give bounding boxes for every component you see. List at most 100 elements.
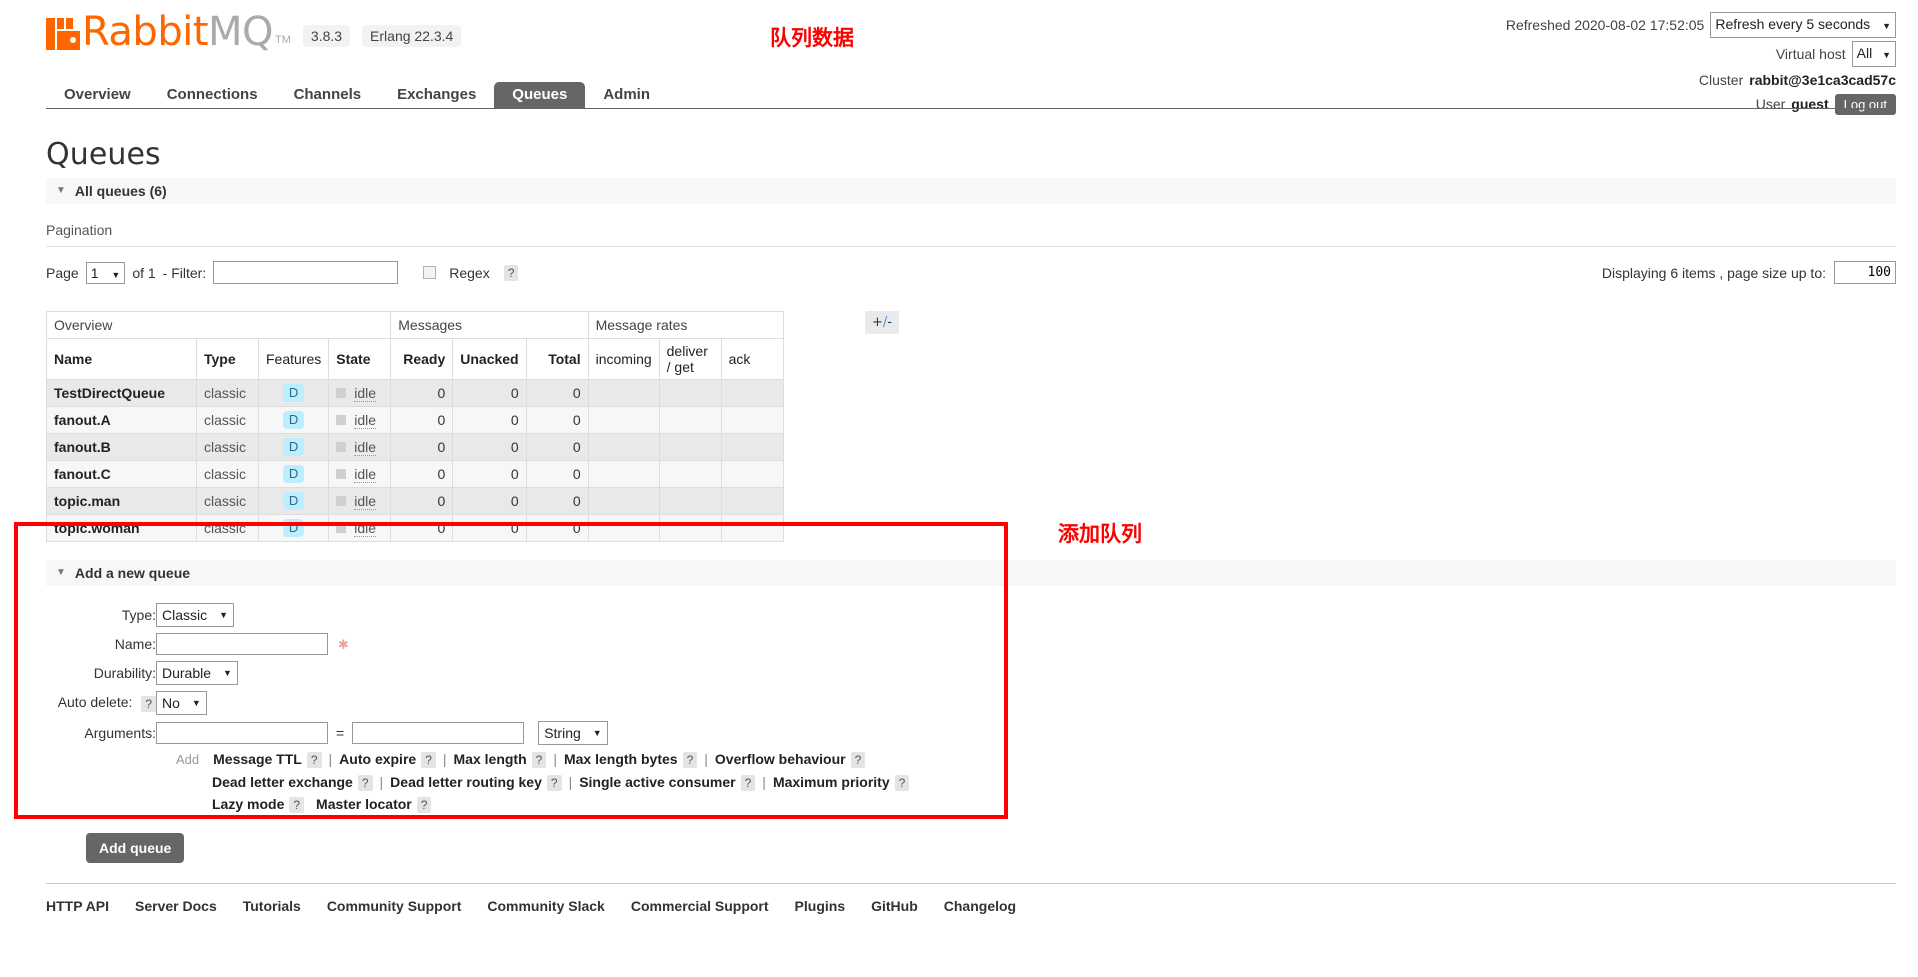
queue-type-select[interactable]: Classic ▼ [156,603,235,627]
cell-queue-type: classic [196,487,259,515]
cell-queue-name[interactable]: topic.woman [46,514,197,542]
col-deliver-get[interactable]: deliver / get [658,338,722,380]
footer-link-http-api[interactable]: HTTP API [46,898,109,914]
dead-letter-routing-key-help-icon[interactable]: ? [546,775,562,792]
add-queue-submit-button[interactable]: Add queue [86,833,185,863]
col-type[interactable]: Type [196,338,259,380]
preset-max-length[interactable]: Max length [454,751,527,767]
logo-text-mq: MQ [208,9,274,55]
col-ack[interactable]: ack [720,338,784,380]
page-number-select[interactable]: 1 ▼ [85,261,126,284]
regex-help-icon[interactable]: ? [503,264,519,281]
table-column-header-row: Name Type Features State Ready Unacked T… [46,338,784,380]
toggle-columns-button[interactable]: +/- [865,311,899,334]
page-size-input[interactable] [1834,261,1896,284]
argument-value-input[interactable] [352,722,525,744]
footer-link-commercial-support[interactable]: Commercial Support [631,898,769,914]
tab-admin[interactable]: Admin [585,82,668,108]
footer-link-community-slack[interactable]: Community Slack [487,898,604,914]
auto-delete-help-icon[interactable]: ? [141,695,156,712]
filter-input[interactable] [213,261,399,284]
col-unacked[interactable]: Unacked [452,338,527,380]
vhost-select[interactable]: All ▼ [1851,41,1896,67]
cell-queue-name[interactable]: fanout.B [46,433,197,461]
add-queue-section-header[interactable]: ▼ Add a new queue [46,560,1896,586]
max-length-help-icon[interactable]: ? [531,752,547,769]
auto-delete-select[interactable]: No ▼ [156,691,207,715]
lazy-mode-help-icon[interactable]: ? [289,797,305,814]
max-length-bytes-help-icon[interactable]: ? [682,752,698,769]
queue-name-input[interactable] [156,633,328,655]
tab-channels[interactable]: Channels [276,82,380,108]
add-argument-link[interactable]: Add [176,752,199,767]
preset-lazy-mode[interactable]: Lazy mode [212,796,284,812]
col-total[interactable]: Total [525,338,589,380]
col-ready[interactable]: Ready [390,338,454,380]
cell-queue-name[interactable]: TestDirectQueue [46,379,197,407]
chevron-down-icon: ▼ [111,269,121,280]
preset-maximum-priority[interactable]: Maximum priority [773,774,890,790]
dead-letter-exchange-help-icon[interactable]: ? [357,775,373,792]
col-features[interactable]: Features [257,338,330,380]
preset-auto-expire[interactable]: Auto expire [339,751,416,767]
cell-unacked: 0 [452,514,527,542]
overflow-behaviour-help-icon[interactable]: ? [850,752,866,769]
table-row[interactable]: topic.woman classic D idle 0 0 0 [46,514,784,542]
preset-single-active-consumer[interactable]: Single active consumer [579,774,735,790]
rabbitmq-logo[interactable]: RabbitMQ TM 3.8.3 Erlang 22.3.4 [46,12,462,52]
table-row[interactable]: fanout.C classic D idle 0 0 0 [46,460,784,488]
type-field-cell: Classic ▼ [156,600,608,630]
maximum-priority-help-icon[interactable]: ? [894,775,910,792]
preset-master-locator[interactable]: Master locator [316,796,412,812]
table-row[interactable]: fanout.A classic D idle 0 0 0 [46,406,784,434]
auto-expire-help-icon[interactable]: ? [421,752,436,769]
message-ttl-help-icon[interactable]: ? [306,752,322,769]
footer-link-plugins[interactable]: Plugins [795,898,846,914]
table-row[interactable]: topic.man classic D idle 0 0 0 [46,487,784,515]
durability-select[interactable]: Durable ▼ [156,661,238,685]
col-incoming[interactable]: incoming [587,338,660,380]
refresh-interval-select[interactable]: Refresh every 5 seconds ▼ [1710,12,1896,38]
footer-link-changelog[interactable]: Changelog [944,898,1016,914]
preset-max-length-bytes[interactable]: Max length bytes [564,751,678,767]
table-row[interactable]: TestDirectQueue classic D idle 0 0 0 [46,379,784,407]
argument-presets-row-2: Dead letter exchange? | Dead letter routin… [176,771,1918,793]
cell-queue-type: classic [196,460,259,488]
durable-badge: D [282,384,305,402]
cell-deliver-get [658,379,722,407]
footer-link-community-support[interactable]: Community Support [327,898,462,914]
preset-dead-letter-exchange[interactable]: Dead letter exchange [212,774,353,790]
cell-ready: 0 [390,379,454,407]
col-state[interactable]: State [328,338,392,380]
tab-overview[interactable]: Overview [46,82,149,108]
preset-overflow-behaviour[interactable]: Overflow behaviour [715,751,846,767]
footer-link-github[interactable]: GitHub [871,898,918,914]
tab-connections[interactable]: Connections [149,82,276,108]
cell-queue-name[interactable]: fanout.C [46,460,197,488]
all-queues-section-header[interactable]: ▼ All queues (6) [46,178,1896,204]
cell-queue-name[interactable]: topic.man [46,487,197,515]
cell-deliver-get [658,487,722,515]
cell-total: 0 [525,514,589,542]
col-name[interactable]: Name [46,338,197,380]
footer-link-tutorials[interactable]: Tutorials [243,898,301,914]
tab-exchanges[interactable]: Exchanges [379,82,494,108]
master-locator-help-icon[interactable]: ? [416,797,432,814]
cell-ready: 0 [390,460,454,488]
regex-label: Regex [449,264,490,281]
regex-checkbox[interactable] [423,266,437,279]
argument-type-select[interactable]: String ▼ [538,721,608,745]
preset-message-ttl[interactable]: Message TTL [213,751,302,767]
tab-queues[interactable]: Queues [494,82,586,108]
footer-link-server-docs[interactable]: Server Docs [135,898,217,914]
state-text: idle [354,465,377,483]
argument-key-input[interactable] [156,722,328,744]
table-row[interactable]: fanout.B classic D idle 0 0 0 [46,433,784,461]
arguments-label: Arguments: [84,725,156,741]
cell-deliver-get [658,406,722,434]
preset-dead-letter-routing-key[interactable]: Dead letter routing key [390,774,542,790]
single-active-consumer-help-icon[interactable]: ? [740,775,756,792]
annotation-queue-data: 队列数据 [770,26,854,50]
table-group-header-row: Overview Messages Message rates [45,311,784,339]
cell-queue-name[interactable]: fanout.A [46,406,197,434]
